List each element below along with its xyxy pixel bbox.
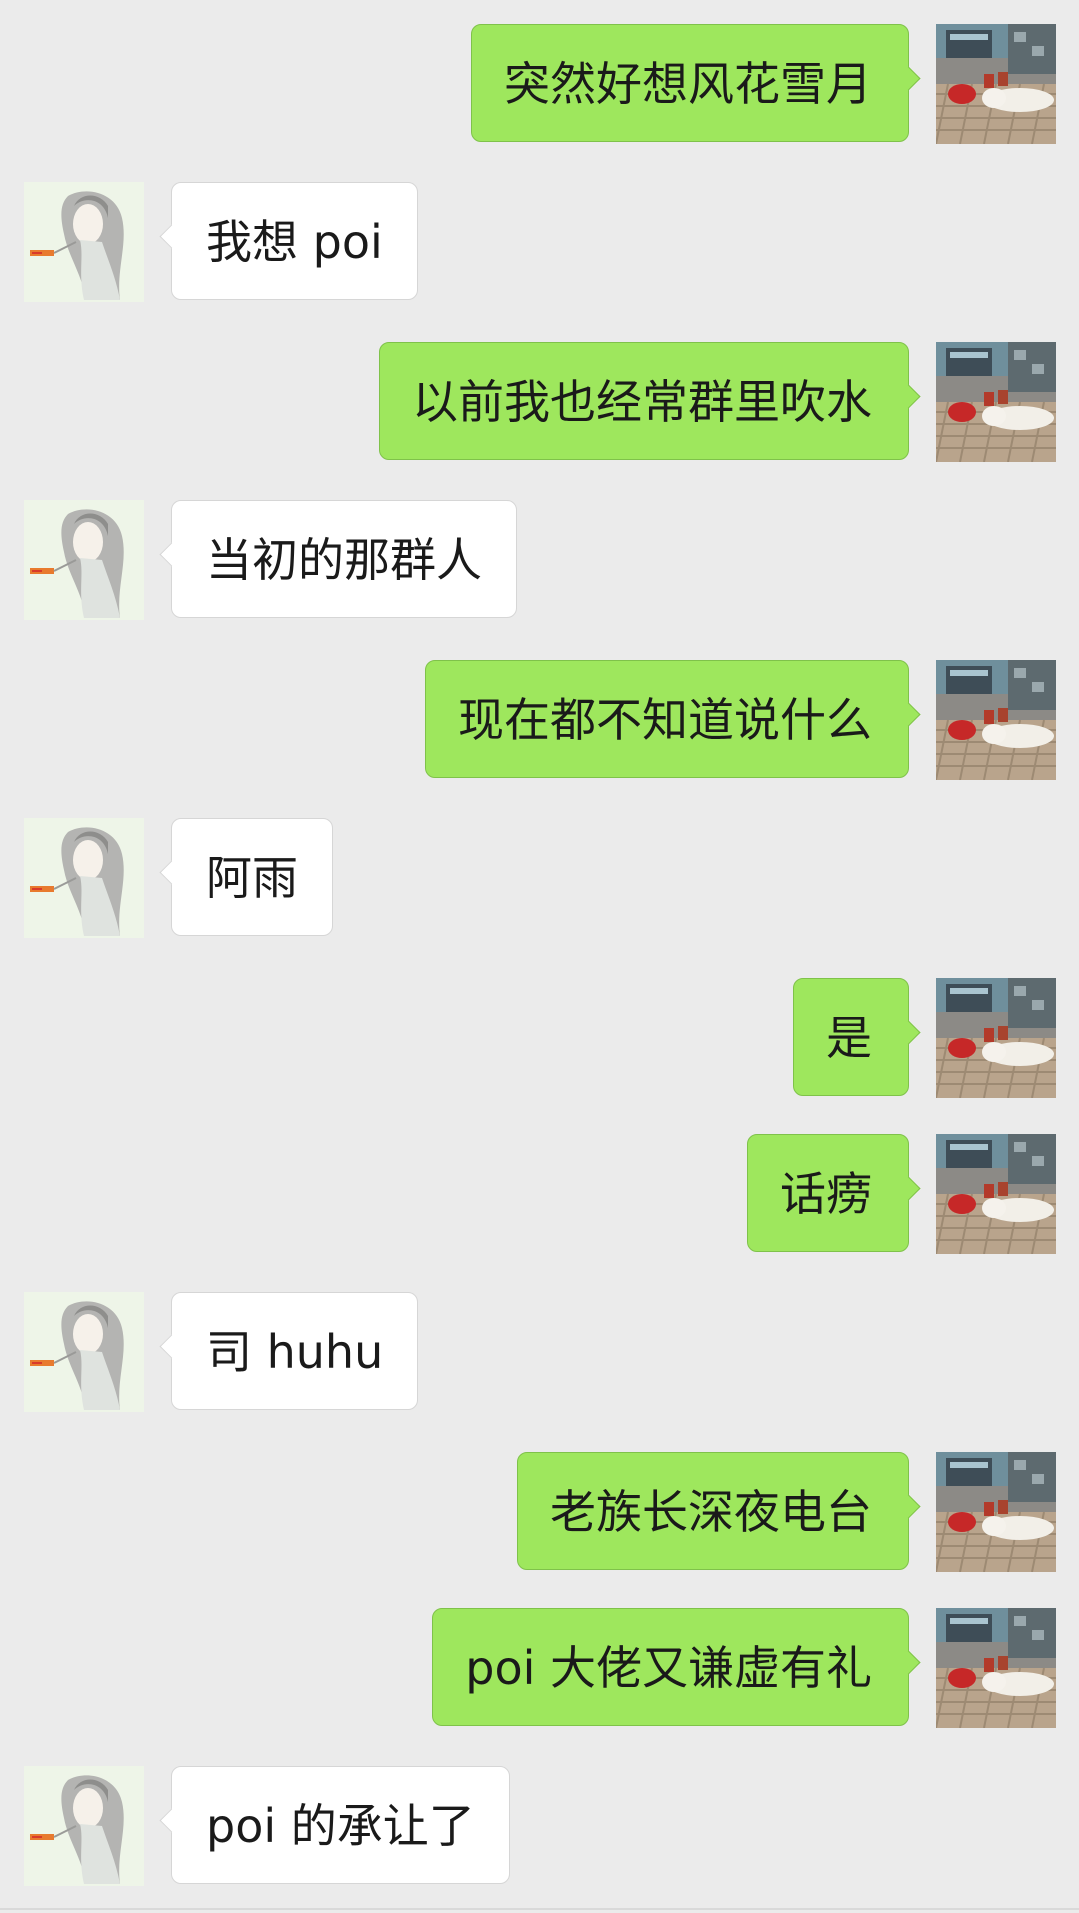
message-text: poi 大佬又谦虚有礼 bbox=[465, 1641, 872, 1695]
message-text: 老族长深夜电台 bbox=[550, 1485, 872, 1539]
message-bubble[interactable]: 老族长深夜电台 bbox=[517, 1452, 921, 1570]
message-bubble[interactable]: 阿雨 bbox=[159, 818, 333, 936]
message-text: 当初的那群人 bbox=[206, 533, 482, 587]
sketch-girl-portrait-avatar[interactable] bbox=[24, 1766, 144, 1886]
sketch-girl-portrait-avatar[interactable] bbox=[24, 182, 144, 302]
incoming-message: 阿雨 bbox=[0, 818, 1079, 938]
bubble-tail bbox=[159, 1334, 184, 1359]
message-bubble[interactable]: 话痨 bbox=[747, 1134, 921, 1252]
message-bubble[interactable]: 司 huhu bbox=[159, 1292, 419, 1410]
message-text: 司 huhu bbox=[206, 1325, 384, 1379]
message-text: 以前我也经常群里吹水 bbox=[412, 375, 872, 429]
incoming-message: 当初的那群人 bbox=[0, 500, 1079, 620]
bubble-tail bbox=[896, 1650, 921, 1675]
outgoing-message: 突然好想风花雪月 bbox=[0, 24, 1079, 144]
message-bubble[interactable]: 是 bbox=[793, 978, 921, 1096]
dog-on-pavement-photo-avatar[interactable] bbox=[936, 342, 1056, 462]
sketch-girl-portrait-avatar[interactable] bbox=[24, 1292, 144, 1412]
incoming-message: 我想 poi bbox=[0, 182, 1079, 302]
message-text: 话痨 bbox=[780, 1167, 872, 1221]
sketch-girl-portrait-avatar[interactable] bbox=[24, 500, 144, 620]
bubble-tail bbox=[896, 1020, 921, 1045]
dog-on-pavement-photo-avatar[interactable] bbox=[936, 1452, 1056, 1572]
bubble-tail bbox=[896, 1494, 921, 1519]
dog-on-pavement-photo-avatar[interactable] bbox=[936, 1608, 1056, 1728]
bubble-tail bbox=[159, 542, 184, 567]
bubble-tail bbox=[896, 384, 921, 409]
message-bubble[interactable]: 我想 poi bbox=[159, 182, 418, 300]
message-bubble[interactable]: poi 大佬又谦虚有礼 bbox=[432, 1608, 921, 1726]
message-text: 是 bbox=[826, 1011, 872, 1065]
message-text: 现在都不知道说什么 bbox=[458, 693, 872, 747]
incoming-message: poi 的承让了 bbox=[0, 1766, 1079, 1886]
outgoing-message: poi 大佬又谦虚有礼 bbox=[0, 1608, 1079, 1728]
dog-on-pavement-photo-avatar[interactable] bbox=[936, 24, 1056, 144]
message-bubble[interactable]: 以前我也经常群里吹水 bbox=[379, 342, 921, 460]
outgoing-message: 以前我也经常群里吹水 bbox=[0, 342, 1079, 462]
chat-message-list[interactable]: 突然好想风花雪月 我想 poi 以前我也经常群里吹水 当初的那群人 现在都不知道… bbox=[0, 0, 1079, 1913]
message-text: 阿雨 bbox=[206, 851, 298, 905]
message-text: 我想 poi bbox=[206, 215, 383, 269]
bubble-tail bbox=[159, 860, 184, 885]
outgoing-message: 现在都不知道说什么 bbox=[0, 660, 1079, 780]
message-bubble[interactable]: poi 的承让了 bbox=[159, 1766, 510, 1884]
message-bubble[interactable]: 突然好想风花雪月 bbox=[471, 24, 921, 142]
message-text: poi 的承让了 bbox=[206, 1799, 475, 1853]
divider bbox=[0, 1908, 1079, 1910]
sketch-girl-portrait-avatar[interactable] bbox=[24, 818, 144, 938]
bubble-tail bbox=[896, 1176, 921, 1201]
message-text: 突然好想风花雪月 bbox=[504, 57, 872, 111]
incoming-message: 司 huhu bbox=[0, 1292, 1079, 1412]
dog-on-pavement-photo-avatar[interactable] bbox=[936, 1134, 1056, 1254]
message-bubble[interactable]: 现在都不知道说什么 bbox=[425, 660, 921, 778]
dog-on-pavement-photo-avatar[interactable] bbox=[936, 978, 1056, 1098]
outgoing-message: 是 bbox=[0, 978, 1079, 1098]
dog-on-pavement-photo-avatar[interactable] bbox=[936, 660, 1056, 780]
outgoing-message: 老族长深夜电台 bbox=[0, 1452, 1079, 1572]
bubble-tail bbox=[896, 66, 921, 91]
message-bubble[interactable]: 当初的那群人 bbox=[159, 500, 517, 618]
bubble-tail bbox=[896, 702, 921, 727]
outgoing-message: 话痨 bbox=[0, 1134, 1079, 1254]
bubble-tail bbox=[159, 224, 184, 249]
bubble-tail bbox=[159, 1808, 184, 1833]
